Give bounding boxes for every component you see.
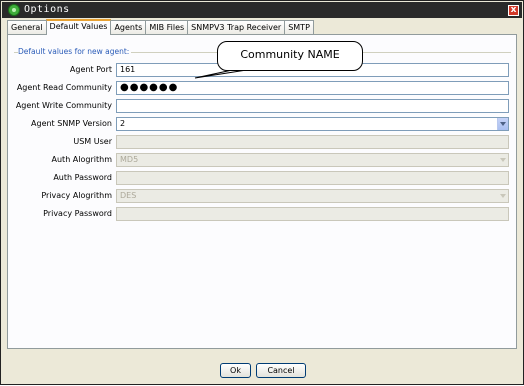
- options-window: Options x General Default Values Agents …: [0, 0, 524, 385]
- annotation-callout: Community NAME: [217, 41, 363, 71]
